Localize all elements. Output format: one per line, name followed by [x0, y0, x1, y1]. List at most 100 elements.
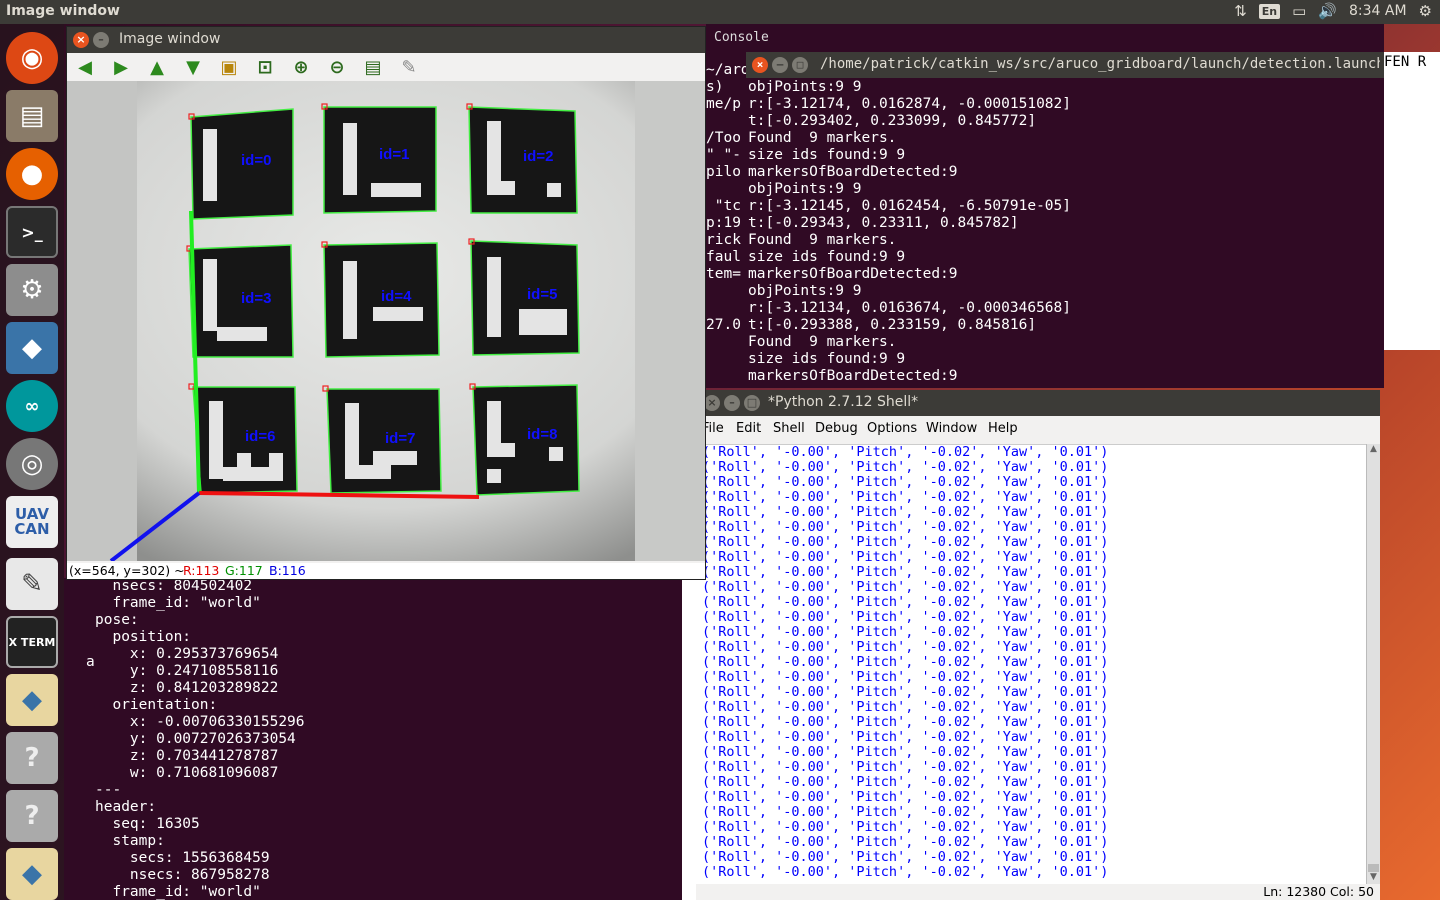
scroll-down-arrow-icon[interactable]: ▼: [1367, 872, 1380, 884]
firefox-icon[interactable]: ●: [6, 148, 58, 200]
python-shell-window[interactable]: × – □ *Python 2.7.12 Shell* File Edit Sh…: [696, 390, 1380, 900]
python-shell-menubar: File Edit Shell Debug Options Window Hel…: [696, 416, 1380, 442]
pixel-green-value: G:117: [225, 563, 263, 578]
shell-output-row: ('Roll', '-0.00', 'Pitch', '-0.02', 'Yaw…: [702, 849, 1109, 865]
launch-terminal-titlebar[interactable]: × – □ /home/patrick/catkin_ws/src/aruco_…: [746, 52, 1384, 78]
shell-output-row: ('Roll', '-0.00', 'Pitch', '-0.02', 'Yaw…: [702, 609, 1109, 625]
console-tab-label[interactable]: Console: [714, 30, 769, 45]
zoom-in-icon[interactable]: ⊕: [287, 55, 315, 79]
pan-right-icon[interactable]: ▶: [107, 55, 135, 79]
pan-up-icon[interactable]: ▲: [143, 55, 171, 79]
files-icon[interactable]: ▤: [6, 90, 58, 142]
terminal-line: nsecs: 804502402: [95, 578, 253, 594]
console-side-line: /Too: [706, 130, 741, 146]
unknown-app-label-2: ?: [24, 801, 40, 831]
console-line: Found 9 markers.: [748, 130, 897, 146]
console-side-line: tem=: [706, 266, 741, 282]
rostopic-terminal-window[interactable]: a nsecs: 804502402 frame_id: "world" pose…: [64, 578, 682, 900]
system-tray: ⇅ En ▭ 🔊 8:34 AM ⚙: [1234, 2, 1432, 20]
ubuntu-dash-icon[interactable]: ◉: [6, 32, 58, 84]
python-file-icon[interactable]: ◆: [6, 674, 58, 726]
close-button[interactable]: ×: [73, 32, 89, 48]
menu-shell[interactable]: Shell: [773, 421, 805, 436]
terminal-line: z: 0.703441278787: [95, 748, 279, 764]
xterm-icon[interactable]: X TERM: [6, 616, 58, 668]
image-window[interactable]: × – Image window ◀ ▶ ▲ ▼ ▣ ⊡ ⊕ ⊖ ▤ ✎ id=…: [66, 26, 706, 580]
shell-output-row: ('Roll', '-0.00', 'Pitch', '-0.02', 'Yaw…: [702, 669, 1109, 685]
pixel-red-value: R:113: [183, 563, 220, 578]
arduino-icon[interactable]: ∞: [6, 380, 58, 432]
image-window-titlebar[interactable]: × – Image window: [67, 27, 705, 53]
marker-8: [472, 384, 580, 496]
zoom-out-icon[interactable]: ⊖: [323, 55, 351, 79]
menu-debug[interactable]: Debug: [815, 421, 858, 436]
console-line: markersOfBoardDetected:9: [748, 266, 958, 282]
pan-down-icon[interactable]: ▼: [179, 55, 207, 79]
unknown-app-icon-1[interactable]: ?: [6, 732, 58, 784]
python-icon[interactable]: ◆: [6, 322, 58, 374]
console-line: objPoints:9 9: [748, 283, 862, 299]
console-side-text: ~/ard s) me/p /Too " "- pilo "tc p:19 rick faul…: [706, 62, 750, 334]
zoom-original-icon[interactable]: ⊡: [251, 55, 279, 79]
properties-icon[interactable]: ✎: [395, 55, 423, 79]
marker-label-2: id=2: [523, 148, 553, 165]
python-shell-statusbar: Ln: 12380 Col: 50: [696, 884, 1380, 900]
console-line: r:[-3.12145, 0.0162454, -6.50791e-05]: [748, 198, 1072, 214]
console-line: r:[-3.12134, 0.0163674, -0.000346568]: [748, 300, 1072, 316]
terminal-line: frame_id: "world": [95, 595, 261, 611]
network-transfer-icon[interactable]: ⇅: [1234, 2, 1247, 20]
console-side-line: me/p: [706, 96, 741, 112]
console-side-line: [706, 113, 750, 130]
minimize-button[interactable]: –: [724, 395, 740, 411]
close-button[interactable]: ×: [752, 57, 768, 73]
volume-icon[interactable]: 🔊: [1318, 2, 1337, 20]
zoom-fit-icon[interactable]: ▣: [215, 55, 243, 79]
unknown-app-icon-2[interactable]: ?: [6, 790, 58, 842]
background-window-strip: [682, 578, 696, 900]
scroll-up-arrow-icon[interactable]: ▲: [1367, 444, 1380, 456]
marker-label-7: id=7: [385, 430, 415, 447]
marker-label-3: id=3: [241, 290, 271, 307]
unknown-app-label-1: ?: [24, 743, 40, 773]
clock[interactable]: 8:34 AM: [1349, 3, 1407, 19]
maximize-button[interactable]: □: [744, 395, 760, 411]
cursor-position: Ln: 12380 Col: 50: [1263, 884, 1374, 899]
console-side-line: 27.0: [706, 317, 741, 333]
python-idle-icon[interactable]: ◆: [6, 848, 58, 900]
console-line: t:[-0.293402, 0.233099, 0.845772]: [748, 113, 1037, 129]
terminal-line: orientation:: [95, 697, 218, 713]
terminal-line: w: 0.710681096087: [95, 765, 279, 781]
shell-output-row: ('Roll', '-0.00', 'Pitch', '-0.02', 'Yaw…: [702, 759, 1109, 775]
keyboard-layout-indicator[interactable]: En: [1258, 3, 1281, 19]
shell-output-row: ('Roll', '-0.00', 'Pitch', '-0.02', 'Yaw…: [702, 744, 1109, 760]
marker-label-8: id=8: [527, 426, 557, 443]
minimize-button[interactable]: –: [772, 57, 788, 73]
console-side-line: [706, 300, 750, 317]
scrollbar[interactable]: ▲ ▼: [1366, 444, 1380, 884]
maximize-button[interactable]: □: [792, 57, 808, 73]
close-button[interactable]: ×: [704, 395, 720, 411]
uavcan-icon[interactable]: UAV CAN: [6, 496, 58, 548]
menu-edit[interactable]: Edit: [736, 421, 761, 436]
scroll-thumb[interactable]: [1368, 864, 1379, 872]
battery-icon[interactable]: ▭: [1292, 2, 1306, 20]
save-icon[interactable]: ▤: [359, 55, 387, 79]
minimize-button[interactable]: –: [93, 32, 109, 48]
webcam-icon[interactable]: ◎: [6, 438, 58, 490]
pan-left-icon[interactable]: ◀: [71, 55, 99, 79]
console-line: markersOfBoardDetected:9: [748, 164, 958, 180]
shell-output-row: ('Roll', '-0.00', 'Pitch', '-0.02', 'Yaw…: [702, 714, 1109, 730]
camera-image-view[interactable]: id=0 id=1 id=2 id=3 id=4 id=5 id=6 id=7 …: [67, 81, 705, 561]
console-side-line: " "-: [706, 147, 741, 163]
system-settings-icon[interactable]: ⚙: [6, 264, 58, 316]
console-terminal-window[interactable]: Console ~/ard s) me/p /Too " "- pilo "tc p:19…: [706, 24, 1384, 388]
console-side-line: s): [706, 79, 724, 95]
gear-icon[interactable]: ⚙: [1419, 2, 1432, 20]
text-editor-icon[interactable]: ✎: [6, 558, 58, 610]
python-shell-titlebar[interactable]: × – □ *Python 2.7.12 Shell*: [696, 390, 1380, 416]
menu-help[interactable]: Help: [988, 421, 1018, 436]
terminal-icon[interactable]: >_: [6, 206, 58, 258]
python-shell-output[interactable]: ('Roll', '-0.00', 'Pitch', '-0.02', 'Yaw…: [696, 444, 1366, 884]
menu-options[interactable]: Options: [867, 421, 917, 436]
menu-window[interactable]: Window: [926, 421, 977, 436]
